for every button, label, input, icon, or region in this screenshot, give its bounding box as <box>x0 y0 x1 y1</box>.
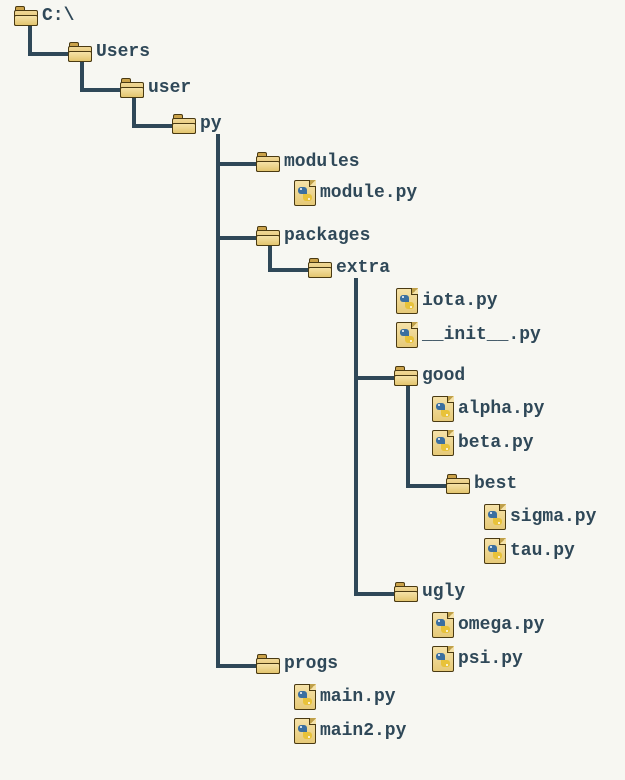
folder-icon <box>14 6 38 26</box>
tree-item-progs[interactable]: progs <box>256 654 338 674</box>
python-file-icon <box>294 684 316 710</box>
tree-line <box>268 268 308 272</box>
folder-icon <box>394 582 418 602</box>
tree-label: modules <box>284 153 360 171</box>
folder-icon <box>68 42 92 62</box>
tree-label: module.py <box>320 184 417 202</box>
folder-icon <box>256 226 280 246</box>
file-tree: C:\ Users user py modules module.py pack… <box>0 0 625 780</box>
folder-icon <box>256 152 280 172</box>
folder-icon <box>394 366 418 386</box>
python-file-icon <box>294 718 316 744</box>
tree-item-alpha-py[interactable]: alpha.py <box>432 396 544 422</box>
folder-icon <box>120 78 144 98</box>
python-file-icon <box>432 430 454 456</box>
tree-label: best <box>474 475 517 493</box>
tree-label: __init__.py <box>422 326 541 344</box>
python-file-icon <box>484 538 506 564</box>
tree-item-good[interactable]: good <box>394 366 465 386</box>
tree-line <box>406 484 446 488</box>
tree-label: C:\ <box>42 7 74 25</box>
tree-label: progs <box>284 655 338 673</box>
tree-item-module-py[interactable]: module.py <box>294 180 417 206</box>
folder-icon <box>172 114 196 134</box>
tree-item-packages[interactable]: packages <box>256 226 370 246</box>
tree-line <box>216 134 220 668</box>
tree-label: py <box>200 115 222 133</box>
tree-line <box>28 52 68 56</box>
tree-item-modules[interactable]: modules <box>256 152 360 172</box>
tree-line <box>132 124 172 128</box>
tree-item-sigma-py[interactable]: sigma.py <box>484 504 596 530</box>
python-file-icon <box>396 288 418 314</box>
tree-item-users[interactable]: Users <box>68 42 150 62</box>
python-file-icon <box>294 180 316 206</box>
tree-item-py[interactable]: py <box>172 114 222 134</box>
tree-line <box>354 278 358 596</box>
tree-item-tau-py[interactable]: tau.py <box>484 538 575 564</box>
tree-label: beta.py <box>458 434 534 452</box>
tree-label: sigma.py <box>510 508 596 526</box>
tree-item-beta-py[interactable]: beta.py <box>432 430 534 456</box>
python-file-icon <box>432 646 454 672</box>
tree-label: omega.py <box>458 616 544 634</box>
tree-label: main.py <box>320 688 396 706</box>
tree-line <box>216 664 256 668</box>
tree-label: main2.py <box>320 722 406 740</box>
tree-line <box>406 386 410 488</box>
folder-icon <box>446 474 470 494</box>
tree-line <box>354 592 394 596</box>
tree-item-root[interactable]: C:\ <box>14 6 74 26</box>
python-file-icon <box>484 504 506 530</box>
tree-label: user <box>148 79 191 97</box>
tree-item-ugly[interactable]: ugly <box>394 582 465 602</box>
tree-line <box>354 376 394 380</box>
tree-label: psi.py <box>458 650 523 668</box>
tree-item-psi-py[interactable]: psi.py <box>432 646 523 672</box>
python-file-icon <box>432 396 454 422</box>
folder-icon <box>308 258 332 278</box>
tree-line <box>80 88 120 92</box>
tree-item-init-py[interactable]: __init__.py <box>396 322 541 348</box>
tree-item-user[interactable]: user <box>120 78 191 98</box>
tree-label: iota.py <box>422 292 498 310</box>
python-file-icon <box>432 612 454 638</box>
tree-item-best[interactable]: best <box>446 474 517 494</box>
tree-item-iota-py[interactable]: iota.py <box>396 288 498 314</box>
tree-label: packages <box>284 227 370 245</box>
tree-line <box>216 162 256 166</box>
tree-label: tau.py <box>510 542 575 560</box>
tree-item-omega-py[interactable]: omega.py <box>432 612 544 638</box>
tree-item-main2-py[interactable]: main2.py <box>294 718 406 744</box>
tree-label: extra <box>336 259 390 277</box>
tree-label: good <box>422 367 465 385</box>
tree-line <box>216 236 256 240</box>
python-file-icon <box>396 322 418 348</box>
folder-icon <box>256 654 280 674</box>
tree-item-main-py[interactable]: main.py <box>294 684 396 710</box>
tree-label: ugly <box>422 583 465 601</box>
tree-item-extra[interactable]: extra <box>308 258 390 278</box>
tree-label: alpha.py <box>458 400 544 418</box>
tree-label: Users <box>96 43 150 61</box>
